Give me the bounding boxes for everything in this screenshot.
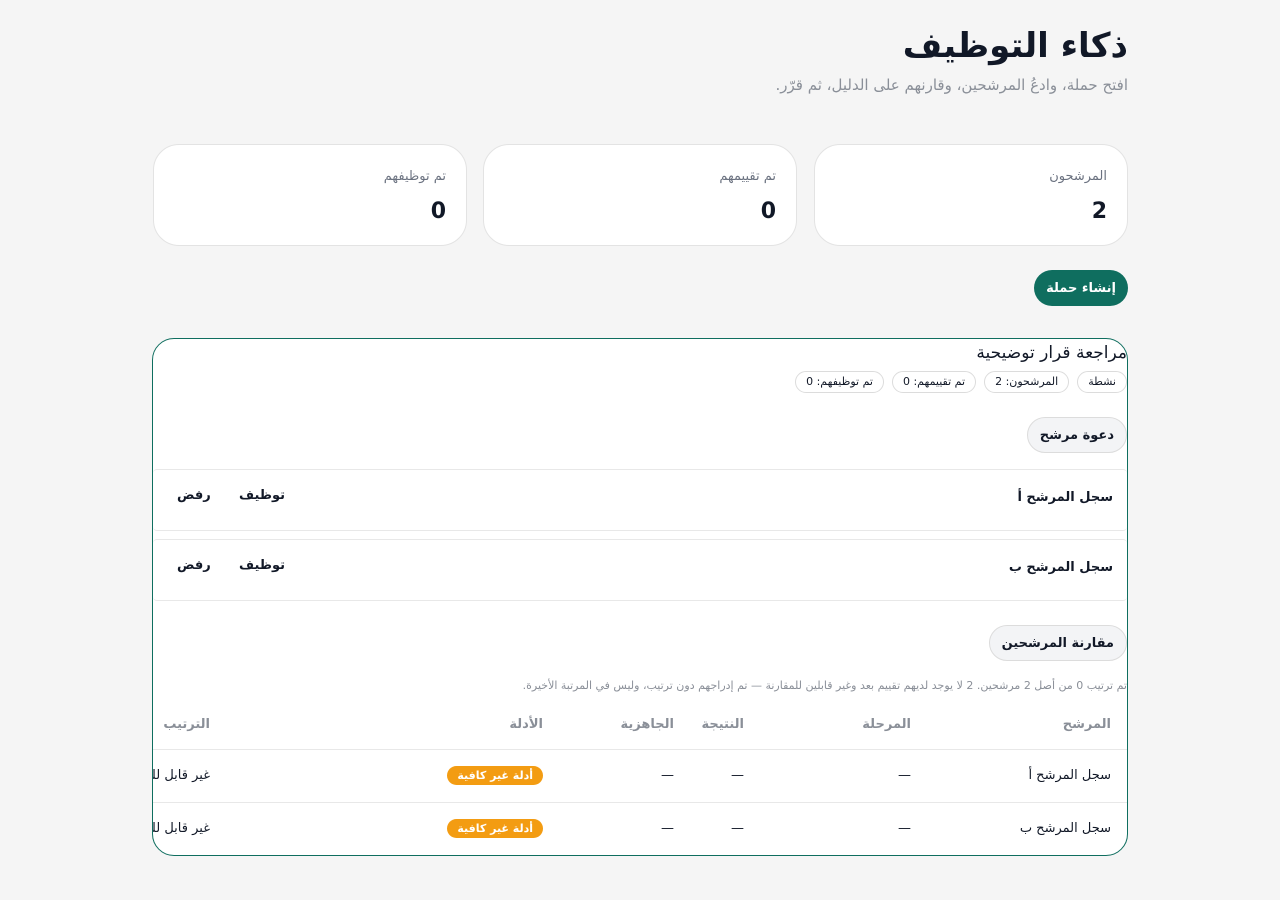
page-title: ذكاء التوظيف [902, 26, 1128, 66]
hiring-intelligence-page: ذكاء التوظيف افتح حملة، وادعُ المرشحين، … [0, 0, 1280, 900]
status-chip-hired: تم توظيفهم: 0 [795, 371, 884, 393]
stat-label: تم توظيفهم [383, 169, 446, 184]
compare-candidates-button[interactable]: مقارنة المرشحين [988, 625, 1127, 661]
cell-stage: — [898, 821, 911, 836]
status-chip-active: نشطة [1077, 371, 1127, 393]
stat-card-candidates: المرشحون 2 [814, 144, 1128, 246]
stat-value: 0 [760, 199, 776, 224]
cell-candidate: سجل المرشح ب [1019, 821, 1111, 836]
candidate-row: سجل المرشح أ توظيف رفض [153, 469, 1127, 531]
page-subtitle: افتح حملة، وادعُ المرشحين، وقارنهم على ا… [775, 76, 1129, 94]
status-chip-evaluated: تم تقييمهم: 0 [891, 371, 977, 393]
invite-candidate-button[interactable]: دعوة مرشح [1026, 417, 1127, 453]
stat-label: تم تقييمهم [719, 169, 776, 184]
column-header-evidence: الأدلة [509, 717, 543, 732]
cell-readiness: — [661, 768, 674, 783]
cell-rank: غير قابل للمقارنة [152, 768, 210, 783]
table-header-row: المرشح المرحلة النتيجة الجاهزية الأدلة ا… [153, 705, 1127, 750]
candidate-name: سجل المرشح أ [1017, 490, 1113, 505]
cell-result: — [731, 821, 744, 836]
stat-value: 2 [1091, 199, 1107, 224]
cell-evidence: أدلة غير كافية [447, 766, 543, 785]
table-row: سجل المرشح أ — — — أدلة غير كافية غير قا… [153, 750, 1127, 803]
candidate-name: سجل المرشح ب [1008, 560, 1113, 575]
hire-button[interactable]: توظيف [239, 558, 285, 573]
stat-card-evaluated: تم تقييمهم 0 [483, 144, 797, 246]
stat-value: 0 [430, 199, 446, 224]
cell-evidence: أدلة غير كافية [447, 819, 543, 838]
campaign-status-chips: نشطة المرشحون: 2 تم تقييمهم: 0 تم توظيفه… [795, 371, 1127, 393]
column-header-candidate: المرشح [1062, 717, 1111, 732]
reject-button[interactable]: رفض [177, 488, 211, 503]
hire-button[interactable]: توظيف [239, 488, 285, 503]
cell-stage: — [898, 768, 911, 783]
status-chip-candidates: المرشحون: 2 [984, 371, 1070, 393]
cell-readiness: — [661, 821, 674, 836]
candidate-row: سجل المرشح ب توظيف رفض [153, 539, 1127, 601]
campaign-title: مراجعة قرار توضيحية [976, 343, 1127, 363]
stat-card-hired: تم توظيفهم 0 [153, 144, 467, 246]
column-header-stage: المرحلة [862, 717, 911, 732]
ranking-note: تم ترتيب 0 من أصل 2 مرشحين. 2 لا يوجد لد… [522, 679, 1127, 692]
evidence-badge: أدلة غير كافية [447, 766, 543, 785]
column-header-readiness: الجاهزية [620, 717, 674, 732]
cell-result: — [731, 768, 744, 783]
reject-button[interactable]: رفض [177, 558, 211, 573]
column-header-rank: الترتيب [163, 717, 210, 732]
column-header-result: النتيجة [701, 717, 744, 732]
campaign-card: مراجعة قرار توضيحية نشطة المرشحون: 2 تم … [152, 338, 1128, 856]
stat-label: المرشحون [1049, 169, 1107, 184]
cell-rank: غير قابل للمقارنة [152, 821, 210, 836]
create-campaign-button[interactable]: إنشاء حملة [1034, 270, 1128, 306]
table-row: سجل المرشح ب — — — أدلة غير كافية غير قا… [152, 803, 1127, 855]
evidence-badge: أدلة غير كافية [447, 819, 543, 838]
cell-candidate: سجل المرشح أ [1028, 768, 1111, 783]
